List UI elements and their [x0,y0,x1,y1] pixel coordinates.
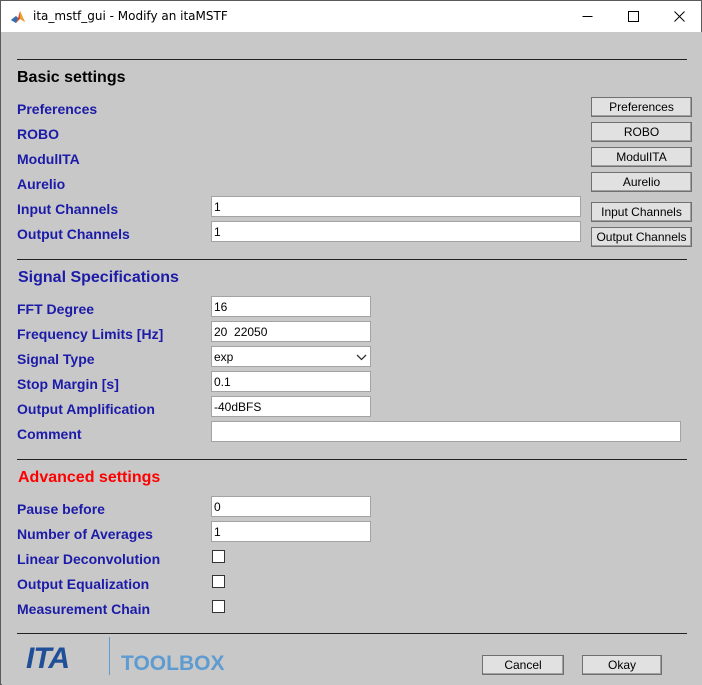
aurelio-label: Aurelio [17,176,66,192]
output-channels-label: Output Channels [17,226,130,242]
divider [17,59,687,60]
divider [17,633,687,634]
signal-specifications-heading: Signal Specifications [18,269,179,286]
stop-margin-field[interactable]: 0.1 [211,371,371,392]
comment-label: Comment [17,426,82,442]
signal-type-label: Signal Type [17,351,95,367]
measurement-chain-checkbox[interactable] [212,600,225,613]
frequency-limits-field[interactable]: 20 22050 [211,321,371,342]
fft-degree-label: FFT Degree [17,301,95,317]
title-bar[interactable]: ita_mstf_gui - Modify an itaMSTF [1,1,701,32]
close-icon [673,11,685,22]
output-amplification-field[interactable]: -40dBFS [211,396,371,417]
maximize-button[interactable] [610,1,656,32]
logo-ita-text: ITA [26,642,70,675]
number-of-averages-field[interactable]: 1 [211,521,371,542]
modulita-label: ModulITA [17,151,80,167]
output-channels-button[interactable]: Output Channels [591,227,692,247]
robo-label: ROBO [17,126,59,142]
preferences-button[interactable]: Preferences [591,97,692,117]
divider [17,259,687,260]
modulita-button[interactable]: ModulITA [591,147,692,167]
input-channels-button[interactable]: Input Channels [591,202,692,222]
frequency-limits-label: Frequency Limits [Hz] [17,326,164,342]
robo-button[interactable]: ROBO [591,122,692,142]
preferences-label: Preferences [17,101,98,117]
aurelio-button[interactable]: Aurelio [591,172,692,192]
ita-toolbox-logo: ITA TOOLBOX [26,636,226,680]
number-of-averages-label: Number of Averages [17,526,153,542]
linear-deconvolution-checkbox[interactable] [212,550,225,563]
output-equalization-label: Output Equalization [17,576,150,592]
close-button[interactable] [656,1,702,32]
chevron-down-icon [356,354,367,361]
signal-type-value: exp [214,350,234,364]
dialog-window: ita_mstf_gui - Modify an itaMSTF Basic s… [0,0,702,685]
logo-separator [109,637,110,675]
output-channels-field[interactable]: 1 [211,221,581,242]
minimize-button[interactable] [564,1,610,32]
measurement-chain-label: Measurement Chain [17,601,151,617]
advanced-settings-heading: Advanced settings [18,469,161,486]
input-channels-label: Input Channels [17,201,119,217]
pause-before-field[interactable]: 0 [211,496,371,517]
output-equalization-checkbox[interactable] [212,575,225,588]
matlab-icon [11,11,25,23]
linear-deconvolution-label: Linear Deconvolution [17,551,161,567]
basic-settings-heading: Basic settings [17,69,126,86]
maximize-icon [627,11,639,22]
comment-field[interactable] [211,421,681,442]
pause-before-label: Pause before [17,501,105,517]
signal-type-select[interactable]: exp [211,346,371,367]
logo-toolbox-text: TOOLBOX [121,652,225,675]
cancel-button[interactable]: Cancel [482,655,564,675]
stop-margin-label: Stop Margin [s] [17,376,119,392]
input-channels-field[interactable]: 1 [211,196,581,217]
divider [17,459,687,460]
output-amplification-label: Output Amplification [17,401,155,417]
okay-button[interactable]: Okay [582,655,662,675]
fft-degree-field[interactable]: 16 [211,296,371,317]
minimize-icon [582,16,592,17]
window-title: ita_mstf_gui - Modify an itaMSTF [33,9,228,23]
dialog-content: Basic settings Preferences ROBO ModulITA… [2,32,702,685]
